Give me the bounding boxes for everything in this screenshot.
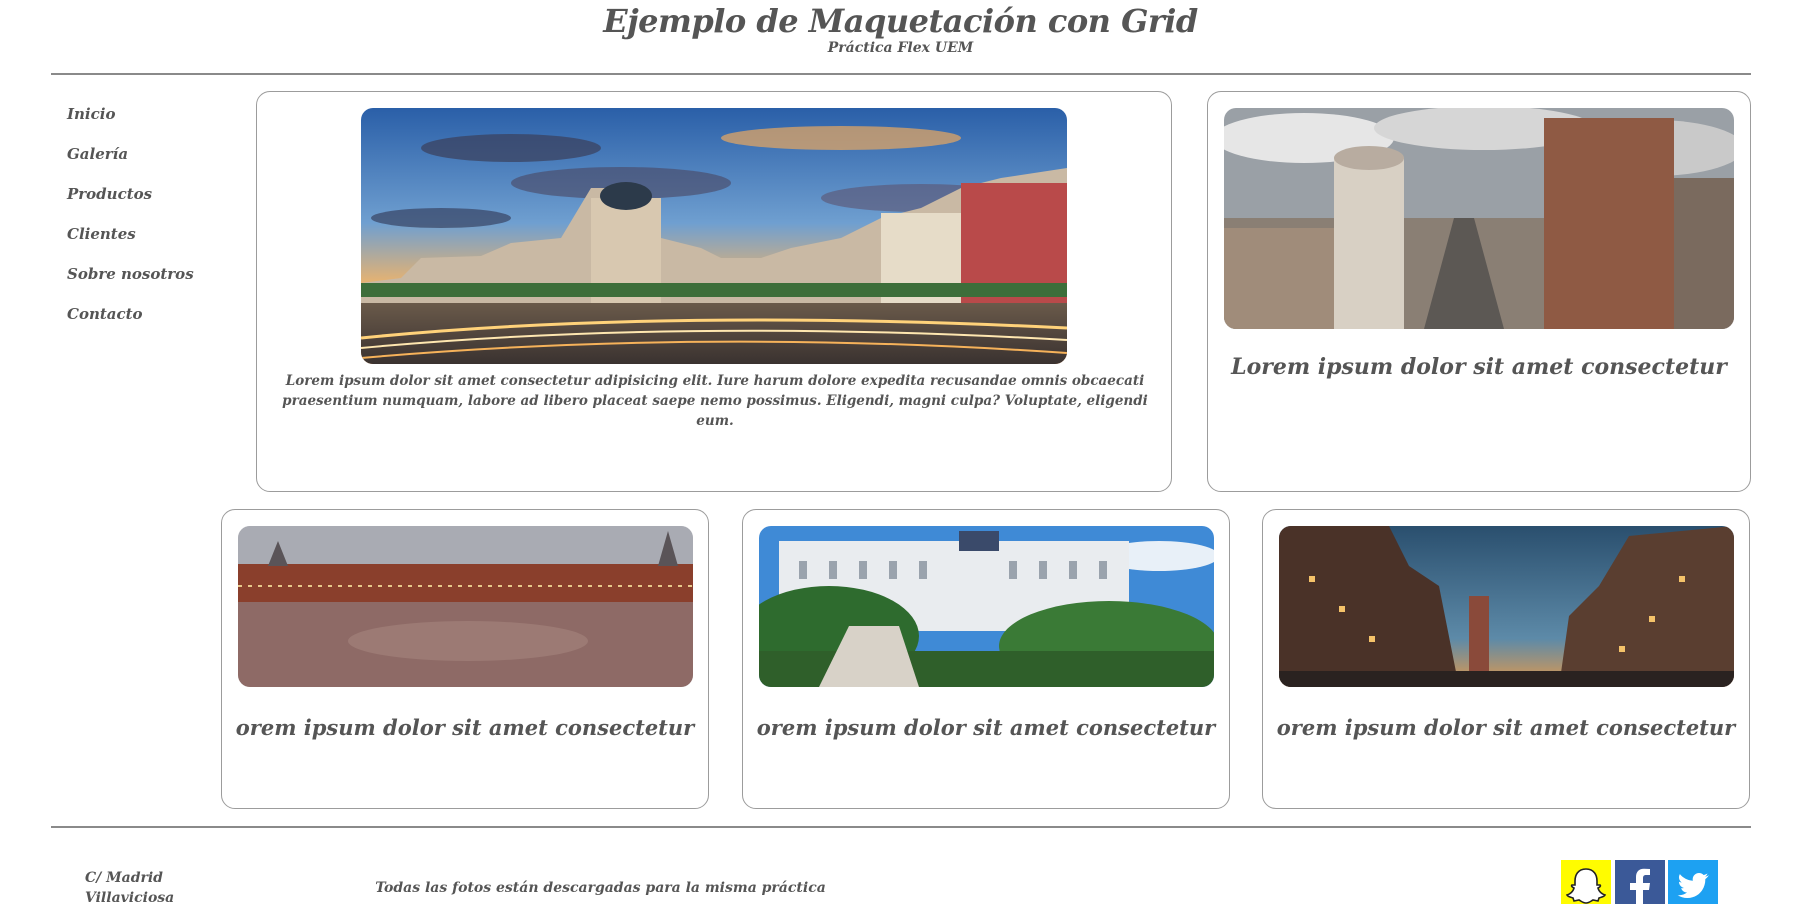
twitter-icon[interactable] (1668, 860, 1718, 904)
street-card-text: orem ipsum dolor sit amet consectetur (1276, 715, 1736, 740)
page-header: Ejemplo de Maquetación con Grid Práctica… (0, 0, 1801, 74)
plaza-card: orem ipsum dolor sit amet consectetur (221, 509, 709, 809)
palace-card: orem ipsum dolor sit amet consectetur (742, 509, 1230, 809)
aerial-card-text: Lorem ipsum dolor sit amet consectetur (1231, 354, 1727, 380)
gran-via-aerial-photo (1224, 108, 1734, 329)
plaza-mayor-photo (238, 526, 693, 687)
nav-item-productos[interactable]: Productos (67, 184, 227, 224)
nav-item-contacto[interactable]: Contacto (67, 304, 227, 344)
feature-card-text: Lorem ipsum dolor sit amet consectetur a… (282, 373, 1148, 429)
night-street-photo (1279, 526, 1734, 687)
page-title: Ejemplo de Maquetación con Grid (603, 2, 1198, 40)
feature-card: Lorem ipsum dolor sit amet consectetur a… (256, 91, 1172, 492)
nav-item-clientes[interactable]: Clientes (67, 224, 227, 264)
footer-note: Todas las fotos están descargadas para l… (0, 880, 1801, 896)
sidebar-nav: Inicio Galería Productos Clientes Sobre … (67, 104, 227, 344)
plaza-card-text: orem ipsum dolor sit amet consectetur (235, 715, 695, 740)
footer-divider (51, 826, 1751, 828)
city-sunset-photo (361, 108, 1067, 364)
nav-item-galeria[interactable]: Galería (67, 144, 227, 184)
snapchat-icon[interactable] (1561, 860, 1611, 904)
street-card: orem ipsum dolor sit amet consectetur (1262, 509, 1750, 809)
facebook-icon[interactable] (1615, 860, 1665, 904)
footer-note-text: Todas las fotos están descargadas para l… (375, 880, 826, 896)
royal-palace-photo (759, 526, 1214, 687)
nav-item-sobre-nosotros[interactable]: Sobre nosotros (67, 264, 227, 304)
aerial-card: Lorem ipsum dolor sit amet consectetur (1207, 91, 1751, 492)
nav-item-inicio[interactable]: Inicio (67, 104, 227, 144)
palace-card-text: orem ipsum dolor sit amet consectetur (756, 715, 1216, 740)
header-divider (51, 73, 1751, 75)
page-subtitle: Práctica Flex UEM (827, 40, 974, 56)
